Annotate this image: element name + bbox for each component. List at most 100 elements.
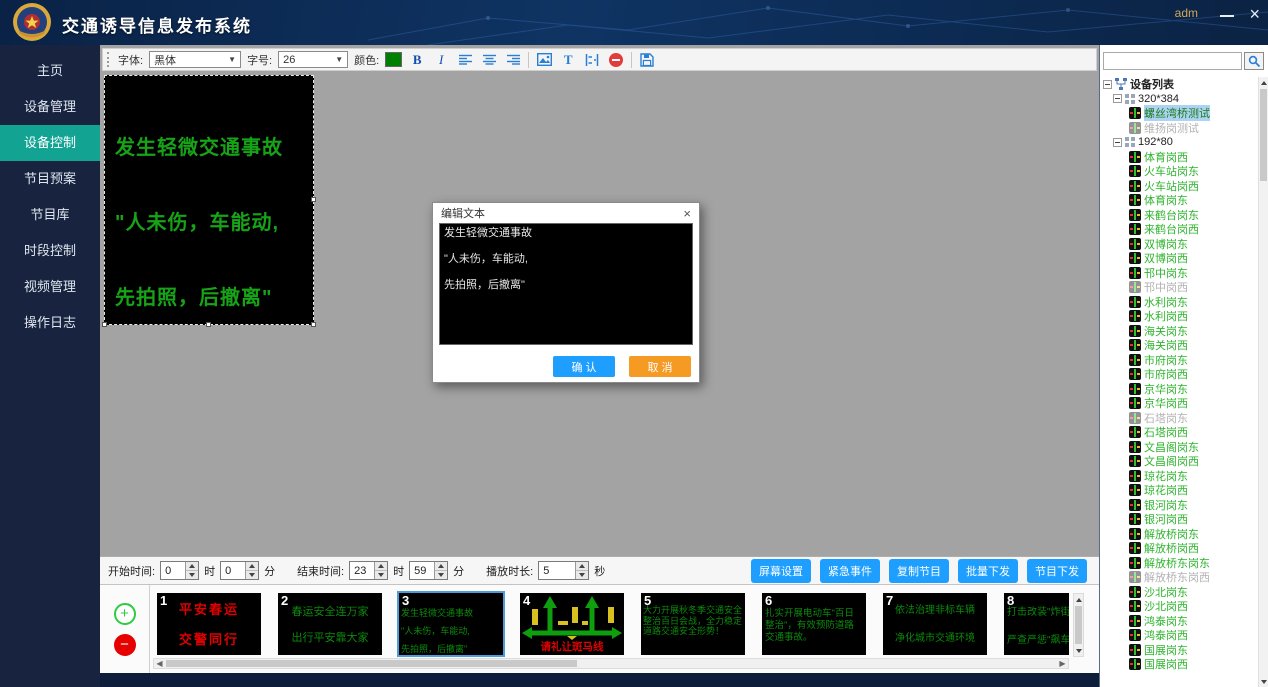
device-node[interactable]: 水利岗西 — [1129, 309, 1258, 324]
search-input[interactable] — [1103, 52, 1242, 70]
scroll-down-icon[interactable] — [1076, 645, 1082, 656]
cancel-button[interactable]: 取 消 — [629, 356, 691, 377]
spinner-arrows[interactable] — [434, 562, 447, 579]
device-node[interactable]: 解放桥岗东 — [1129, 527, 1258, 542]
font-size-select[interactable]: 26▼ — [278, 51, 348, 68]
program-thumbnail[interactable]: 2 — [278, 593, 382, 655]
bold-button[interactable]: B — [408, 51, 426, 69]
device-node[interactable]: 市府岗东 — [1129, 353, 1258, 368]
program-thumbnail[interactable]: 5 — [641, 593, 745, 655]
spinner-arrows[interactable] — [185, 562, 198, 579]
end-hour-stepper[interactable]: 23 — [349, 561, 388, 580]
action-button[interactable]: 紧急事件 — [820, 559, 880, 583]
device-node[interactable]: 邗中岗东 — [1129, 266, 1258, 281]
stop-button[interactable] — [607, 51, 625, 69]
layout-button[interactable] — [583, 51, 601, 69]
device-node[interactable]: 银河岗东 — [1129, 498, 1258, 513]
add-program-button[interactable]: + — [114, 603, 136, 625]
action-button[interactable]: 批量下发 — [958, 559, 1018, 583]
device-node[interactable]: 维扬岗测试 — [1129, 121, 1258, 136]
resize-handle[interactable] — [206, 322, 211, 327]
device-node[interactable]: 沙北岗西 — [1129, 599, 1258, 614]
remove-program-button[interactable]: − — [114, 634, 136, 656]
user-name[interactable]: adm — [1175, 6, 1198, 20]
align-right-button[interactable] — [504, 51, 522, 69]
sidebar-item[interactable]: 主页 — [0, 53, 100, 89]
save-button[interactable] — [638, 51, 656, 69]
sidebar-item[interactable]: 操作日志 — [0, 305, 100, 341]
device-node[interactable]: 来鹤台岗西 — [1129, 222, 1258, 237]
device-node[interactable]: 市府岗西 — [1129, 367, 1258, 382]
insert-image-button[interactable] — [535, 51, 553, 69]
start-hour-stepper[interactable]: 0 — [160, 561, 199, 580]
align-center-button[interactable] — [480, 51, 498, 69]
scroll-up-icon[interactable] — [1259, 77, 1268, 88]
device-node[interactable]: 琼花岗东 — [1129, 469, 1258, 484]
device-node[interactable]: 文昌阁岗东 — [1129, 440, 1258, 455]
device-node[interactable]: 京华岗东 — [1129, 382, 1258, 397]
scrollbar-thumb[interactable] — [1075, 606, 1082, 644]
led-preview-panel[interactable]: 发生轻微交通事故 "人未伤，车能动, 先拍照，后撤离" — [104, 75, 314, 325]
confirm-button[interactable]: 确 认 — [553, 356, 615, 377]
action-button[interactable]: 复制节目 — [889, 559, 949, 583]
font-select[interactable]: 黑体▼ — [149, 51, 241, 68]
program-thumbnail[interactable]: 3 — [399, 593, 503, 655]
tree-group[interactable]: 320*384 — [1113, 92, 1258, 107]
spinner-arrows[interactable] — [374, 562, 387, 579]
scrollbar-thumb[interactable] — [166, 660, 577, 667]
program-thumbnail[interactable]: 1 — [157, 593, 261, 655]
device-node[interactable]: 火车站岗西 — [1129, 179, 1258, 194]
device-node[interactable]: 京华岗西 — [1129, 396, 1258, 411]
device-node[interactable]: 双博岗西 — [1129, 251, 1258, 266]
device-node[interactable]: 螺丝湾桥测试 — [1129, 106, 1258, 121]
tree-root[interactable]: 设备列表 — [1103, 77, 1258, 92]
action-button[interactable]: 屏幕设置 — [751, 559, 811, 583]
sidebar-item[interactable]: 视频管理 — [0, 269, 100, 305]
vertical-scrollbar[interactable] — [1073, 593, 1084, 657]
spinner-arrows[interactable] — [575, 562, 588, 579]
device-node[interactable]: 解放桥岗西 — [1129, 541, 1258, 556]
collapse-icon[interactable] — [1103, 80, 1112, 89]
italic-button[interactable]: I — [432, 51, 450, 69]
action-button[interactable]: 节目下发 — [1027, 559, 1087, 583]
device-node[interactable]: 水利岗东 — [1129, 295, 1258, 310]
scroll-right-icon[interactable]: ▶ — [1057, 659, 1068, 668]
device-node[interactable]: 石塔岗东 — [1129, 411, 1258, 426]
align-left-button[interactable] — [456, 51, 474, 69]
end-minute-stepper[interactable]: 59 — [409, 561, 448, 580]
device-node[interactable]: 体育岗西 — [1129, 150, 1258, 165]
sidebar-item[interactable]: 设备控制 — [0, 125, 100, 161]
search-button[interactable] — [1244, 52, 1264, 70]
device-node[interactable]: 火车站岗东 — [1129, 164, 1258, 179]
device-node[interactable]: 国展岗东 — [1129, 643, 1258, 658]
device-node[interactable]: 解放桥东岗西 — [1129, 570, 1258, 585]
close-icon[interactable]: × — [1249, 3, 1260, 25]
device-node[interactable]: 双博岗东 — [1129, 237, 1258, 252]
tree-group[interactable]: 192*80 — [1113, 135, 1258, 150]
start-minute-stepper[interactable]: 0 — [220, 561, 259, 580]
scroll-down-icon[interactable] — [1259, 676, 1268, 687]
device-node[interactable]: 国展岗西 — [1129, 657, 1258, 672]
device-node[interactable]: 鸿泰岗东 — [1129, 614, 1258, 629]
dialog-titlebar[interactable]: 编辑文本 × — [433, 203, 699, 223]
sidebar-item[interactable]: 节目库 — [0, 197, 100, 233]
device-node[interactable]: 邗中岗西 — [1129, 280, 1258, 295]
program-thumbnail[interactable]: 7 — [883, 593, 987, 655]
device-node[interactable]: 鸿泰岗西 — [1129, 628, 1258, 643]
program-thumbnail[interactable]: 4 — [520, 593, 624, 655]
program-thumbnail[interactable]: 8 — [1004, 593, 1069, 655]
device-node[interactable]: 解放桥东岗东 — [1129, 556, 1258, 571]
spinner-arrows[interactable] — [245, 562, 258, 579]
device-node[interactable]: 海关岗西 — [1129, 338, 1258, 353]
text-editor[interactable]: 发生轻微交通事故 "人未伤，车能动, 先拍照，后撤离" — [439, 223, 693, 345]
device-node[interactable]: 石塔岗西 — [1129, 425, 1258, 440]
resize-handle[interactable] — [102, 322, 107, 327]
device-node[interactable]: 银河岗西 — [1129, 512, 1258, 527]
device-node[interactable]: 体育岗东 — [1129, 193, 1258, 208]
scrollbar-thumb[interactable] — [1260, 89, 1267, 181]
resize-handle[interactable] — [311, 197, 316, 202]
scroll-left-icon[interactable]: ◀ — [154, 659, 165, 668]
sidebar-item[interactable]: 时段控制 — [0, 233, 100, 269]
device-node[interactable]: 海关岗东 — [1129, 324, 1258, 339]
resize-handle[interactable] — [311, 322, 316, 327]
